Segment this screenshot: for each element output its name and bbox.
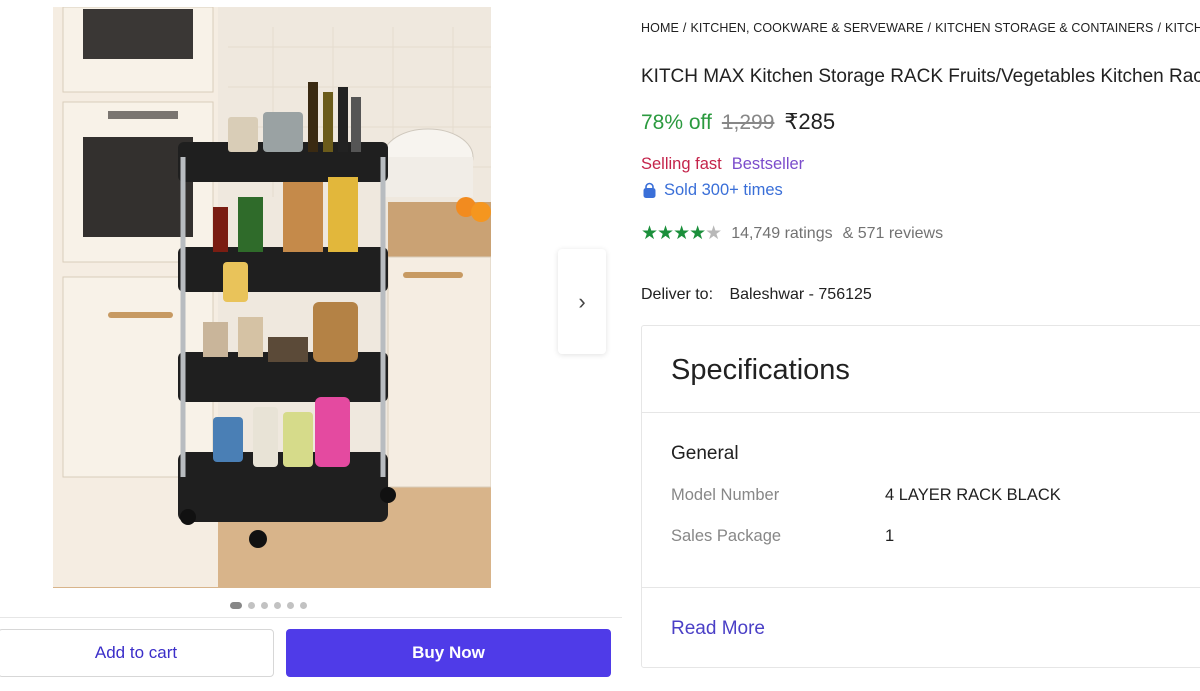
carousel-dot[interactable] [230,602,242,609]
reviews-count: & 571 reviews [842,224,944,242]
sold-count-label: Sold 300+ times [664,181,783,199]
sold-count: Sold 300+ times [641,181,783,200]
next-image-button[interactable]: › [558,249,606,354]
chevron-right-icon: › [578,288,586,314]
carousel-dot[interactable] [261,602,268,609]
buy-now-button[interactable]: Buy Now [286,629,611,677]
breadcrumb-separator: / [927,21,932,35]
original-price: 1,299 [721,111,775,134]
breadcrumb-separator: / [682,21,687,35]
price-row: 78% off 1,299 ₹285 [641,109,835,135]
product-title: KITCH MAX Kitchen Storage RACK Fruits/Ve… [641,66,1200,87]
breadcrumb-separator: / [1157,21,1162,35]
selling-price: ₹285 [784,109,836,134]
breadcrumb-link[interactable]: KITCHEN, COOKWARE & SERVEWARE [690,21,923,35]
deliver-to-label: Deliver to: [641,286,714,303]
carousel-dot[interactable] [274,602,281,609]
star-rating-icon: ★★★★★ [641,223,722,244]
product-image[interactable] [53,7,491,588]
spec-key: Model Number [671,486,780,504]
shopping-bag-icon [643,182,656,198]
product-tags: Selling fast Bestseller [641,155,804,174]
delivery-location[interactable]: Deliver to: Baleshwar - 756125 [641,286,872,304]
carousel-dot[interactable] [287,602,294,609]
breadcrumb: HOME / KITCHEN, COOKWARE & SERVEWARE / KITCH… [641,21,1200,35]
product-page: › Add to cart Buy Now HOME / KITCHEN, COOK… [0,0,1200,691]
spec-group-title: General [671,443,739,464]
divider [642,587,1200,588]
action-bar: Add to cart Buy Now [0,617,622,691]
add-to-cart-button[interactable]: Add to cart [0,629,274,677]
bestseller-badge: Bestseller [731,155,805,173]
specifications-header: Specifications [642,326,1200,413]
ratings-count: 14,749 ratings [731,224,833,242]
image-carousel-dots [230,602,307,609]
rating-row[interactable]: ★★★★★ 14,749 ratings & 571 reviews [641,222,943,245]
selling-fast-badge: Selling fast [641,155,722,173]
delivery-pincode: Baleshwar - 756125 [729,286,872,303]
spec-key: Sales Package [671,527,782,545]
spec-value: 4 LAYER RACK BLACK [885,486,1061,504]
specifications-title: Specifications [671,354,850,386]
product-photo-kitchen-rack [53,7,491,588]
spec-value: 1 [885,527,895,545]
breadcrumb-link[interactable]: KITCHEN STORAGE & CONTAINERS [935,21,1153,35]
carousel-dot[interactable] [248,602,255,609]
breadcrumb-link[interactable]: KITCHEN RACKS [1165,21,1200,35]
read-more-link[interactable]: Read More [671,618,765,640]
specifications-card: Specifications General Model Number 4 LA… [641,325,1200,668]
breadcrumb-link[interactable]: HOME [641,21,679,35]
discount-percent: 78% off [641,111,712,134]
carousel-dot[interactable] [300,602,307,609]
product-details: HOME / KITCHEN, COOKWARE & SERVEWARE / KITCH… [641,0,1200,691]
